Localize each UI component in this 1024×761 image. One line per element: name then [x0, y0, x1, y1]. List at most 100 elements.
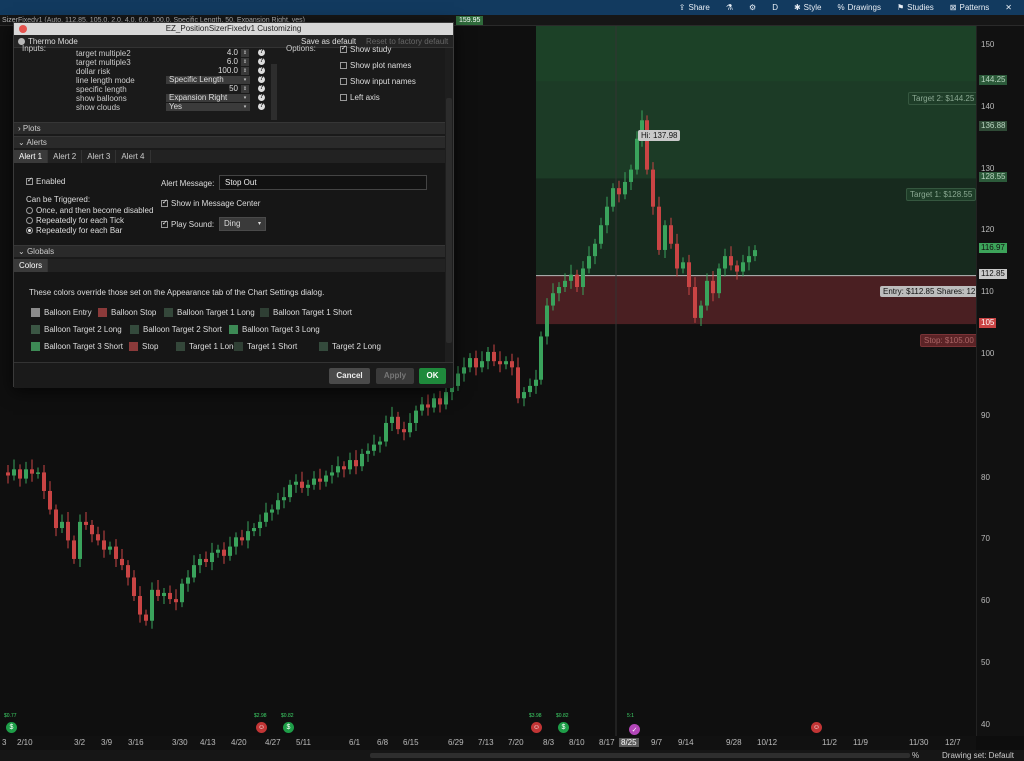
toolbar-item-share[interactable]: ⇪ Share [671, 0, 718, 15]
stepper-icon[interactable]: ⇕ [241, 85, 249, 93]
stepper-icon[interactable]: ⇕ [241, 58, 249, 66]
trigger-radio[interactable]: Repeatedly for each Tick [26, 216, 124, 225]
inputs-scrollbar[interactable] [271, 64, 277, 120]
event-marker[interactable]: $ [283, 722, 294, 733]
dialog-scroll-thumb[interactable] [446, 98, 452, 343]
option-checkbox[interactable]: Left axis [340, 93, 380, 102]
help-icon[interactable]: ? [258, 58, 265, 65]
enabled-checkbox[interactable]: Enabled [26, 176, 65, 186]
alert-message-input[interactable]: Stop Out [219, 175, 427, 190]
color-swatch[interactable]: Target 1 Short [234, 342, 297, 351]
color-swatch[interactable]: Balloon Target 1 Long [164, 308, 255, 317]
candle-body [432, 398, 436, 408]
stepper-icon[interactable]: ⇕ [241, 49, 249, 57]
inputs-list[interactable]: target multiple2 4.0 ⇕? target multiple3 6.0… [76, 48, 276, 122]
swatch-label: Target 1 Short [247, 342, 298, 351]
chart-scrollbar[interactable] [370, 753, 910, 758]
time-axis[interactable]: 3 2/10 3/2 3/9 3/16 3/30 4/13 4/20 4/27 5/11 6/1 6/… [0, 736, 976, 750]
toolbar-item-gear[interactable]: ⚙ [741, 0, 764, 15]
input-dropdown[interactable]: Expansion Right [166, 94, 250, 102]
input-value[interactable]: 50 [166, 85, 250, 93]
chevron-down-icon[interactable]: ▾ [241, 103, 249, 111]
input-value[interactable]: 6.0 [166, 58, 250, 66]
stop-zone [536, 275, 976, 325]
x-tick-label: 6/15 [403, 738, 419, 747]
input-value[interactable]: 4.0 [166, 49, 250, 57]
swatch-label: Stop [142, 342, 159, 351]
input-dropdown[interactable]: Yes [166, 103, 250, 111]
tab-alert-3[interactable]: Alert 3 [82, 150, 117, 163]
color-swatch[interactable]: Balloon Target 3 Long [229, 325, 320, 334]
sound-dropdown[interactable]: Ding ▾ [219, 217, 266, 231]
candle-body [162, 592, 166, 597]
show-center-checkbox[interactable]: Show in Message Center [161, 198, 260, 208]
alerts-section-header[interactable]: ⌄ Alerts [14, 136, 453, 148]
color-swatch[interactable]: Balloon Entry [31, 308, 92, 317]
help-icon[interactable]: ? [258, 103, 265, 110]
tab-alert-2[interactable]: Alert 2 [48, 150, 83, 163]
color-swatch[interactable]: Stop [129, 342, 158, 351]
color-swatch[interactable]: Target 1 Long [176, 342, 238, 351]
event-marker[interactable]: ☺ [811, 722, 822, 733]
close-icon[interactable] [19, 25, 27, 33]
color-swatch[interactable]: Balloon Target 2 Short [130, 325, 222, 334]
y-tick-label: 80 [981, 472, 990, 482]
help-icon[interactable]: ? [258, 76, 265, 83]
swatch-label: Balloon Target 2 Short [143, 325, 223, 334]
candle-body [456, 373, 460, 386]
tab-alert-1[interactable]: Alert 1 [14, 150, 49, 163]
help-icon[interactable]: ? [258, 67, 265, 74]
drawing-set-label[interactable]: Drawing set: Default [942, 750, 1014, 761]
x-tick-label: 11/30 [909, 738, 929, 747]
input-dropdown[interactable]: Specific Length [166, 76, 250, 84]
input-row: line length mode Specific Length ▾? [76, 76, 276, 85]
toolbar-item-studies[interactable]: ⚑ Studies [889, 0, 942, 15]
toolbar-item-style[interactable]: ✱ Style [786, 0, 830, 15]
stepper-icon[interactable]: ⇕ [241, 67, 249, 75]
option-checkbox[interactable]: Show study [340, 44, 391, 54]
toolbar-item-flask[interactable]: ⚗ [718, 0, 741, 15]
candle-body [60, 521, 64, 529]
tab-alert-4[interactable]: Alert 4 [116, 150, 151, 163]
option-checkbox[interactable]: Show plot names [340, 61, 411, 70]
help-icon[interactable]: ? [258, 49, 265, 56]
event-marker[interactable]: $ [6, 722, 17, 733]
cancel-button[interactable]: Cancel [329, 368, 370, 384]
help-icon[interactable]: ? [258, 94, 265, 101]
dialog-scrollbar[interactable] [445, 48, 453, 362]
color-swatch[interactable]: Balloon Stop [98, 308, 156, 317]
play-sound-checkbox[interactable]: Play Sound: [161, 219, 214, 229]
ok-button[interactable]: OK [419, 368, 446, 384]
toolbar-item-close[interactable]: ✕ [997, 0, 1020, 15]
candle-body [216, 549, 220, 553]
zoom-icon[interactable]: % [912, 750, 919, 761]
input-value[interactable]: 100.0 [166, 67, 250, 75]
event-marker[interactable]: ☺ [531, 722, 542, 733]
candle-body [735, 265, 739, 272]
chevron-down-icon[interactable]: ▾ [241, 94, 249, 102]
color-swatch[interactable]: Balloon Target 1 Short [260, 308, 352, 317]
trigger-radio[interactable]: Repeatedly for each Bar [26, 226, 122, 235]
help-icon[interactable]: ? [258, 85, 265, 92]
plots-section-header[interactable]: › Plots [14, 122, 453, 134]
trigger-radio[interactable]: Once, and then become disabled [26, 206, 153, 215]
checkbox-icon [340, 94, 347, 101]
toolbar-item-patterns[interactable]: ⊠ Patterns [942, 0, 998, 15]
toolbar-item-d[interactable]: D [764, 0, 786, 15]
candle-body [623, 181, 627, 195]
color-swatch[interactable]: Target 2 Long [319, 342, 381, 351]
candle-body [528, 385, 532, 393]
color-swatch[interactable]: Balloon Target 3 Short [31, 342, 123, 351]
event-marker[interactable]: ☺ [256, 722, 267, 733]
price-axis[interactable]: 150 140 130 120 110 100 90 80 70 60 50 40 144.25 136.… [976, 26, 1024, 736]
option-checkbox[interactable]: Show input names [340, 77, 416, 86]
chevron-down-icon[interactable]: ▾ [241, 76, 249, 84]
color-swatch[interactable]: Balloon Target 2 Long [31, 325, 122, 334]
event-marker[interactable]: ✓ [629, 724, 640, 735]
globals-section-header[interactable]: ⌄ Globals [14, 245, 453, 257]
event-marker[interactable]: $ [558, 722, 569, 733]
toolbar-item-drawings[interactable]: % Drawings [829, 0, 888, 15]
tab-colors[interactable]: Colors [14, 259, 49, 272]
candle-body [150, 589, 154, 621]
apply-button[interactable]: Apply [376, 368, 414, 384]
